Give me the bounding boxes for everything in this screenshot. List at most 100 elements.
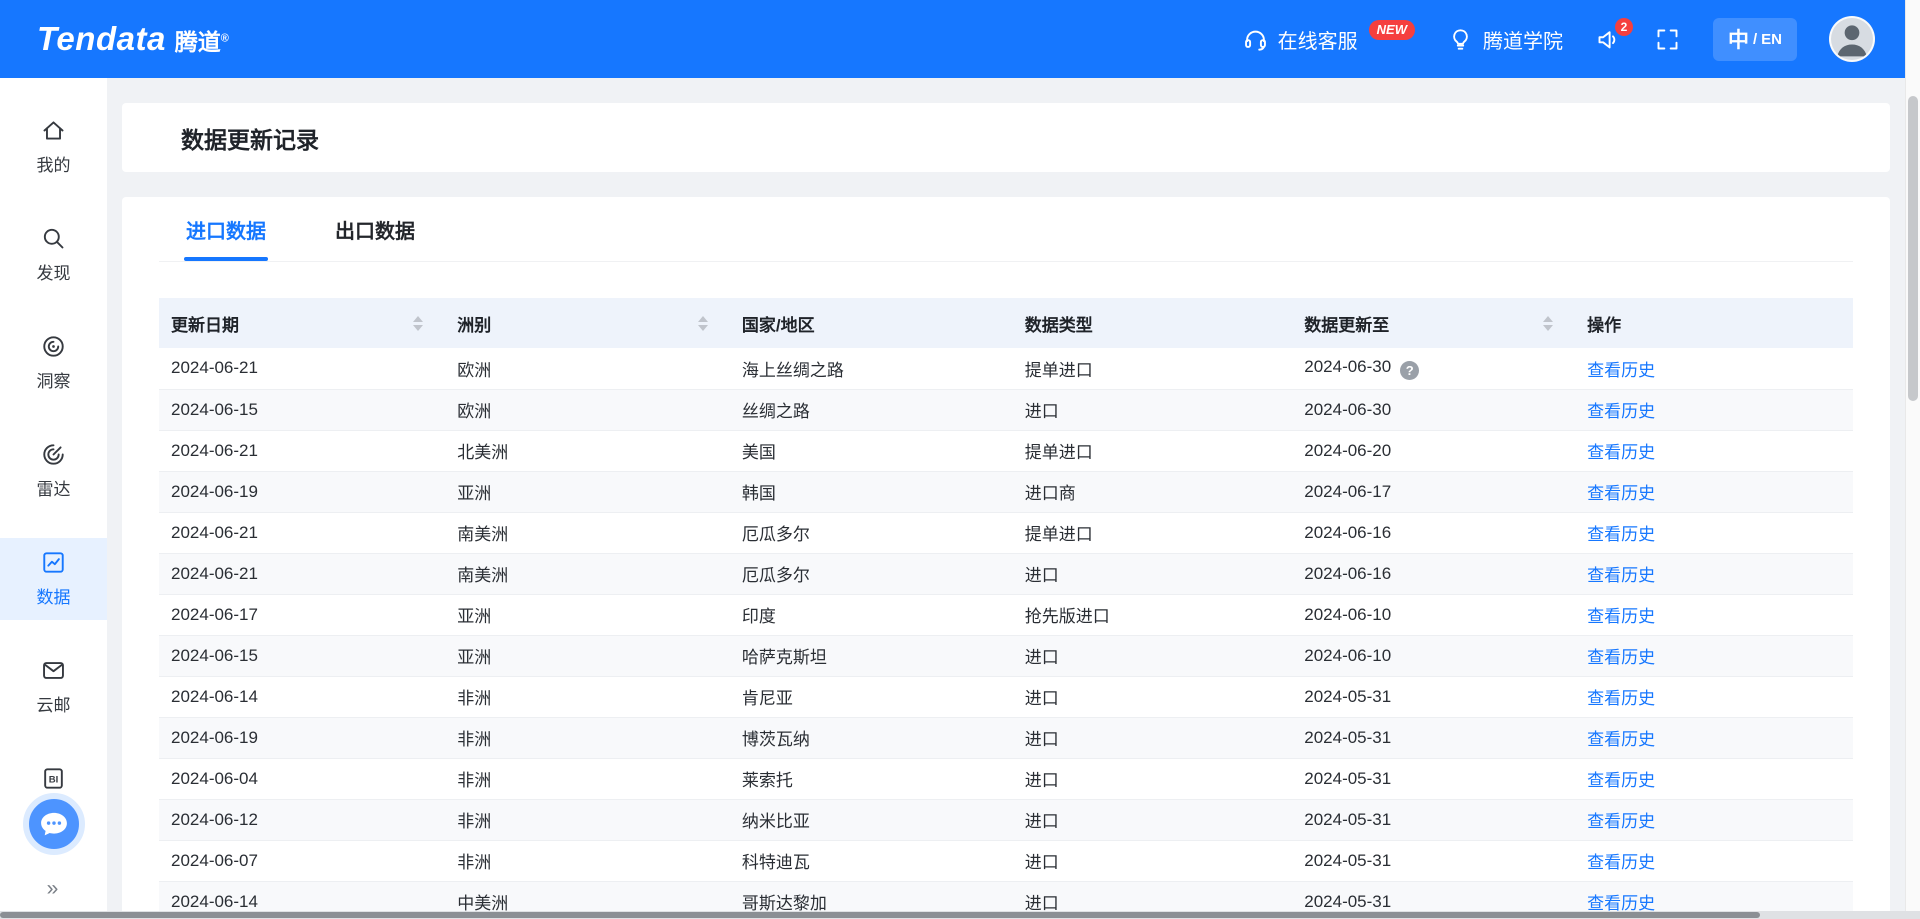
view-history-link[interactable]: 查看历史 bbox=[1587, 484, 1655, 503]
online-service-button[interactable]: 在线客服 NEW bbox=[1242, 25, 1415, 54]
cell-action: 查看历史 bbox=[1575, 471, 1853, 512]
cell-data-type: 提单进口 bbox=[1013, 348, 1293, 389]
language-zh: 中 bbox=[1728, 24, 1749, 54]
cell-data-type: 进口 bbox=[1013, 881, 1293, 911]
view-history-link[interactable]: 查看历史 bbox=[1587, 607, 1655, 626]
view-history-link[interactable]: 查看历史 bbox=[1587, 566, 1655, 585]
cell-continent: 非洲 bbox=[445, 840, 730, 881]
view-history-link[interactable]: 查看历史 bbox=[1587, 443, 1655, 462]
tab-bar: 进口数据 出口数据 bbox=[159, 197, 1853, 262]
tab-export-data[interactable]: 出口数据 bbox=[335, 197, 415, 261]
sidebar-item-discover[interactable]: 发现 bbox=[0, 214, 107, 296]
bi-icon: BI bbox=[40, 765, 67, 792]
cell-action: 查看历史 bbox=[1575, 553, 1853, 594]
cell-region: 哥斯达黎加 bbox=[730, 881, 1013, 911]
user-avatar[interactable] bbox=[1829, 16, 1875, 62]
cell-region: 科特迪瓦 bbox=[730, 840, 1013, 881]
cell-data-type: 进口 bbox=[1013, 389, 1293, 430]
cell-region: 纳米比亚 bbox=[730, 799, 1013, 840]
table-row: 2024-06-14 非洲 肯尼亚 进口 2024-05-31 查看历史 bbox=[159, 676, 1853, 717]
view-history-link[interactable]: 查看历史 bbox=[1587, 361, 1655, 380]
cell-update-date: 2024-06-15 bbox=[159, 635, 445, 676]
cell-action: 查看历史 bbox=[1575, 512, 1853, 553]
fullscreen-button[interactable] bbox=[1654, 26, 1681, 53]
cell-updated-to: 2024-06-10 bbox=[1292, 635, 1575, 676]
main-content: 数据更新记录 进口数据 出口数据 更新日期 洲别 bbox=[107, 78, 1905, 911]
sort-desc-icon bbox=[1543, 325, 1553, 331]
column-header-label: 更新日期 bbox=[171, 311, 239, 336]
sort-carets-icon[interactable] bbox=[1543, 316, 1553, 331]
bulb-icon bbox=[1447, 26, 1474, 53]
table-row: 2024-06-07 非洲 科特迪瓦 进口 2024-05-31 查看历史 bbox=[159, 840, 1853, 881]
view-history-link[interactable]: 查看历史 bbox=[1587, 730, 1655, 749]
sidebar-item-mine[interactable]: 我的 bbox=[0, 106, 107, 188]
academy-button[interactable]: 腾道学院 bbox=[1447, 25, 1563, 54]
cell-data-type: 进口 bbox=[1013, 758, 1293, 799]
horizontal-scrollbar-thumb[interactable] bbox=[0, 912, 1760, 918]
cell-data-type: 进口 bbox=[1013, 676, 1293, 717]
sidebar: 我的 发现 洞察 雷达 数据 云邮 BI BI » bbox=[0, 78, 107, 911]
view-history-link[interactable]: 查看历史 bbox=[1587, 648, 1655, 667]
sort-carets-icon[interactable] bbox=[413, 316, 423, 331]
column-header-0[interactable]: 更新日期 bbox=[159, 298, 445, 348]
view-history-link[interactable]: 查看历史 bbox=[1587, 402, 1655, 421]
sidebar-item-radar[interactable]: 雷达 bbox=[0, 430, 107, 512]
chat-bubble-icon bbox=[36, 806, 72, 842]
sidebar-expand-button[interactable]: » bbox=[0, 877, 107, 901]
chart-icon bbox=[40, 549, 67, 576]
language-toggle[interactable]: 中 / EN bbox=[1713, 18, 1797, 61]
sidebar-item-data[interactable]: 数据 bbox=[0, 538, 107, 620]
table-row: 2024-06-19 非洲 博茨瓦纳 进口 2024-05-31 查看历史 bbox=[159, 717, 1853, 758]
view-history-link[interactable]: 查看历史 bbox=[1587, 853, 1655, 872]
sidebar-item-mail[interactable]: 云邮 bbox=[0, 646, 107, 728]
sort-carets-icon[interactable] bbox=[698, 316, 708, 331]
chat-fab-button[interactable] bbox=[23, 793, 85, 855]
horizontal-scrollbar[interactable] bbox=[0, 911, 1920, 919]
announcement-button[interactable]: 2 bbox=[1595, 26, 1622, 53]
column-header-label: 洲别 bbox=[457, 311, 491, 336]
help-icon[interactable]: ? bbox=[1400, 361, 1419, 380]
cell-action: 查看历史 bbox=[1575, 635, 1853, 676]
sidebar-item-insight[interactable]: 洞察 bbox=[0, 322, 107, 404]
column-header-label: 数据类型 bbox=[1025, 311, 1093, 336]
brand-logo-text: Tendata bbox=[37, 20, 166, 58]
cell-data-type: 进口 bbox=[1013, 635, 1293, 676]
cell-updated-to: 2024-05-31 bbox=[1292, 840, 1575, 881]
column-header-4[interactable]: 数据更新至 bbox=[1292, 298, 1575, 348]
cell-region: 丝绸之路 bbox=[730, 389, 1013, 430]
cell-update-date: 2024-06-14 bbox=[159, 676, 445, 717]
cell-update-date: 2024-06-21 bbox=[159, 430, 445, 471]
cell-update-date: 2024-06-07 bbox=[159, 840, 445, 881]
page-title: 数据更新记录 bbox=[181, 121, 319, 155]
view-history-link[interactable]: 查看历史 bbox=[1587, 525, 1655, 544]
cell-region: 厄瓜多尔 bbox=[730, 553, 1013, 594]
vertical-scrollbar[interactable] bbox=[1905, 0, 1920, 911]
brand-logo[interactable]: Tendata 腾道® bbox=[37, 20, 229, 58]
cell-action: 查看历史 bbox=[1575, 594, 1853, 635]
cell-continent: 南美洲 bbox=[445, 512, 730, 553]
cell-updated-to: 2024-06-10 bbox=[1292, 594, 1575, 635]
view-history-link[interactable]: 查看历史 bbox=[1587, 771, 1655, 790]
vertical-scrollbar-thumb[interactable] bbox=[1908, 96, 1918, 401]
cell-updated-to: 2024-05-31 bbox=[1292, 676, 1575, 717]
tab-import-data[interactable]: 进口数据 bbox=[186, 197, 266, 261]
column-header-label: 国家/地区 bbox=[742, 311, 815, 336]
view-history-link[interactable]: 查看历史 bbox=[1587, 689, 1655, 708]
tab-label: 进口数据 bbox=[186, 215, 266, 244]
cell-update-date: 2024-06-21 bbox=[159, 553, 445, 594]
cell-updated-to: 2024-05-31 bbox=[1292, 799, 1575, 840]
language-en: EN bbox=[1761, 31, 1782, 48]
cell-data-type: 进口商 bbox=[1013, 471, 1293, 512]
insight-icon bbox=[40, 333, 67, 360]
cell-continent: 欧洲 bbox=[445, 348, 730, 389]
cell-data-type: 进口 bbox=[1013, 553, 1293, 594]
view-history-link[interactable]: 查看历史 bbox=[1587, 812, 1655, 831]
notification-count-badge: 2 bbox=[1615, 18, 1633, 36]
column-header-1[interactable]: 洲别 bbox=[445, 298, 730, 348]
cell-region: 哈萨克斯坦 bbox=[730, 635, 1013, 676]
cell-continent: 欧洲 bbox=[445, 389, 730, 430]
svg-text:BI: BI bbox=[49, 774, 59, 785]
table-row: 2024-06-15 亚洲 哈萨克斯坦 进口 2024-06-10 查看历史 bbox=[159, 635, 1853, 676]
view-history-link[interactable]: 查看历史 bbox=[1587, 894, 1655, 911]
cell-region: 肯尼亚 bbox=[730, 676, 1013, 717]
